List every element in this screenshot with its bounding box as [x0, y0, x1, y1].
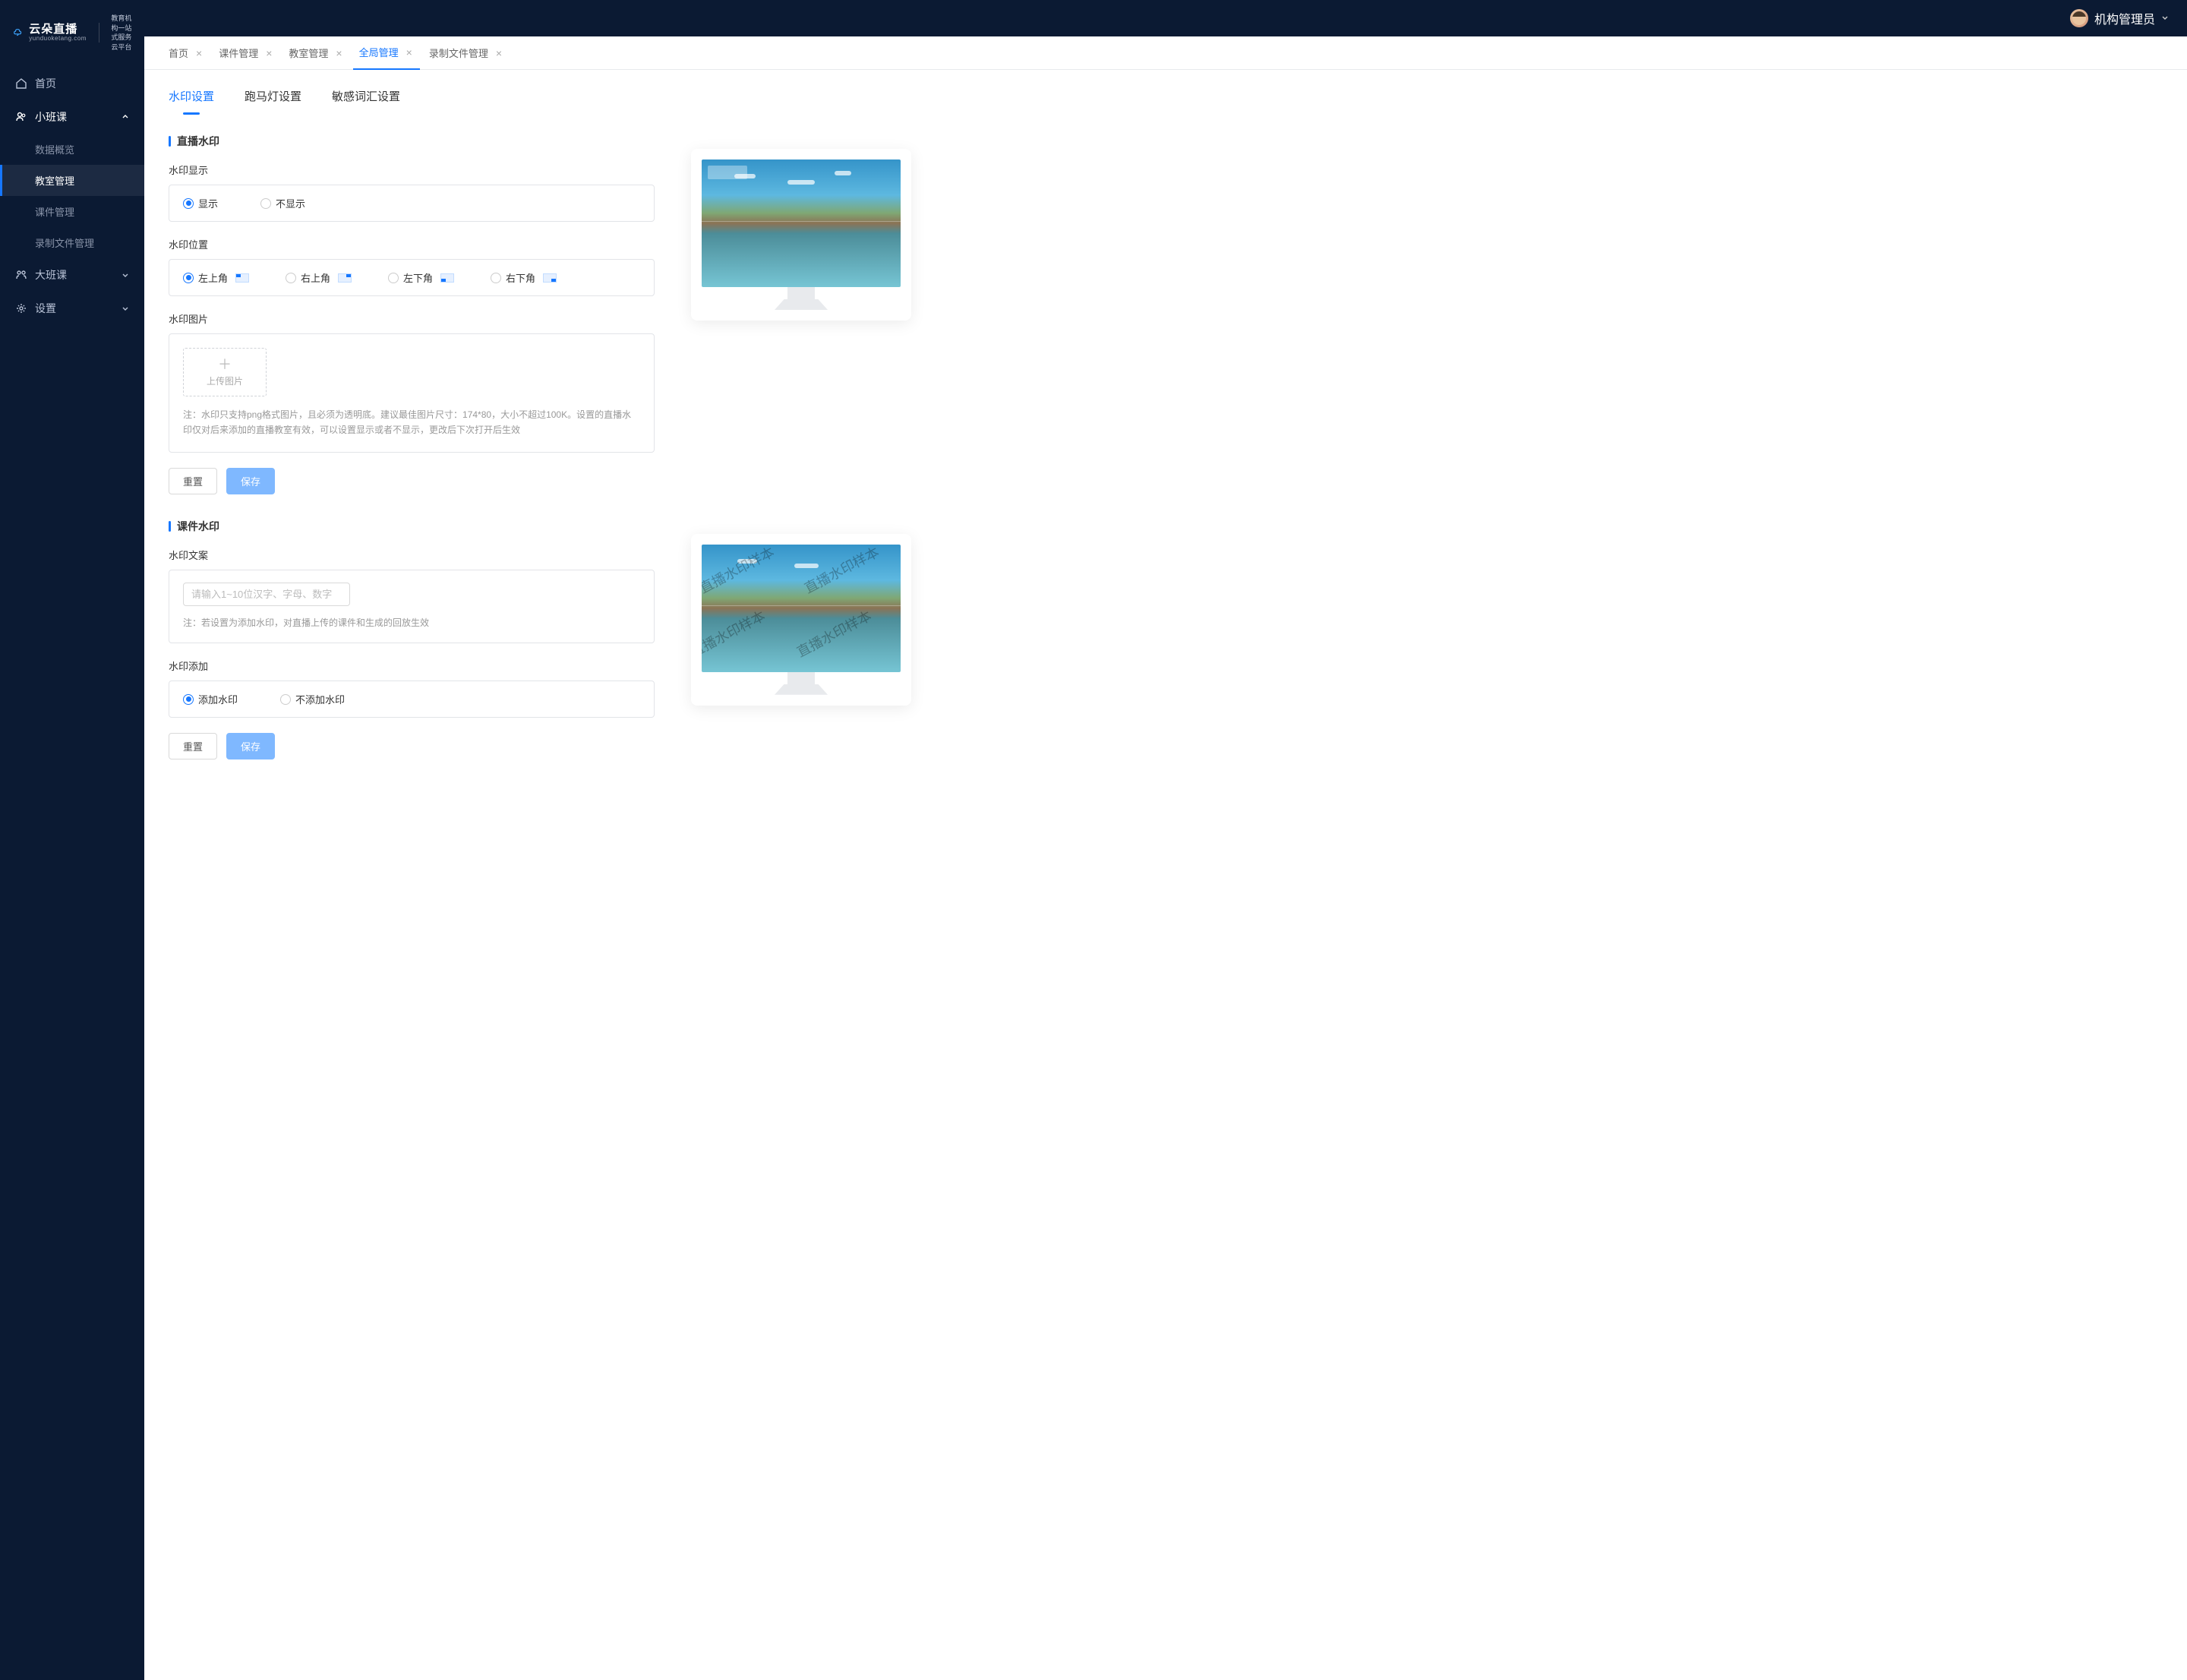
topbar: 机构管理员: [144, 0, 2187, 36]
sub-tab-marquee[interactable]: 跑马灯设置: [245, 88, 301, 115]
upload-label: 上传图片: [207, 374, 243, 387]
sidebar: 云朵直播 yunduoketang.com 教育机构一站 式服务云平台 首页 小…: [0, 0, 144, 1680]
watermark-text-input[interactable]: [183, 583, 350, 606]
sidebar-item-courseware-mgmt[interactable]: 课件管理: [35, 196, 144, 227]
cloud-icon: [12, 22, 23, 43]
preview-monitor-courseware: 直播水印样本 直播水印样本 直播水印样本 直播水印样本: [691, 534, 911, 706]
tab-recording[interactable]: 录制文件管理×: [423, 36, 510, 70]
reset-button[interactable]: 重置: [169, 733, 217, 759]
sidebar-item-smallclass[interactable]: 小班课: [0, 100, 144, 134]
tab-courseware[interactable]: 课件管理×: [213, 36, 279, 70]
tab-home[interactable]: 首页×: [163, 36, 210, 70]
sidebar-item-largeclass[interactable]: 大班课: [0, 258, 144, 292]
sidebar-item-settings[interactable]: 设置: [0, 292, 144, 325]
home-icon: [15, 77, 27, 90]
tab-classroom[interactable]: 教室管理×: [282, 36, 349, 70]
radio-pos-tl[interactable]: 左上角: [183, 270, 249, 285]
radio-group-add: 添加水印 不添加水印: [169, 681, 655, 718]
tabs-bar: 首页× 课件管理× 教室管理× 全局管理× 录制文件管理×: [144, 36, 2187, 70]
brand-logo: 云朵直播 yunduoketang.com 教育机构一站 式服务云平台: [0, 0, 144, 61]
close-icon[interactable]: ×: [334, 47, 343, 59]
text-note: 注：若设置为添加水印，对直播上传的课件和生成的回放生效: [183, 615, 640, 630]
radio-add-no[interactable]: 不添加水印: [280, 692, 345, 706]
watermark-preview-badge: [708, 166, 747, 179]
section-title-courseware: 课件水印: [169, 519, 655, 534]
gear-icon: [15, 302, 27, 314]
user-menu[interactable]: 机构管理员: [2070, 9, 2169, 27]
radio-pos-tr[interactable]: 右上角: [286, 270, 352, 285]
section-title-live: 直播水印: [169, 134, 655, 149]
sidebar-item-label: 小班课: [35, 109, 67, 125]
avatar: [2070, 9, 2088, 27]
sub-tabs: 水印设置 跑马灯设置 敏感词汇设置: [144, 70, 2187, 115]
radio-display-hide[interactable]: 不显示: [260, 196, 305, 210]
chevron-down-icon: [122, 302, 129, 314]
group-icon: [15, 269, 27, 281]
field-label-display: 水印显示: [169, 163, 655, 177]
sidebar-item-label: 大班课: [35, 267, 67, 283]
chevron-down-icon: [122, 269, 129, 281]
reset-button[interactable]: 重置: [169, 468, 217, 494]
radio-pos-bl[interactable]: 左下角: [388, 270, 454, 285]
sidebar-item-data-overview[interactable]: 数据概览: [35, 134, 144, 165]
sidebar-item-home[interactable]: 首页: [0, 67, 144, 100]
radio-pos-br[interactable]: 右下角: [491, 270, 557, 285]
upload-button[interactable]: ＋ 上传图片: [183, 348, 267, 396]
radio-display-show[interactable]: 显示: [183, 196, 218, 210]
save-button[interactable]: 保存: [226, 468, 275, 494]
field-label-add: 水印添加: [169, 658, 655, 673]
tab-global[interactable]: 全局管理×: [353, 36, 420, 70]
users-icon: [15, 111, 27, 123]
sub-tab-sensitive[interactable]: 敏感词汇设置: [332, 88, 400, 115]
sidebar-item-recording-mgmt[interactable]: 录制文件管理: [35, 227, 144, 258]
sidebar-item-label: 设置: [35, 301, 56, 316]
plus-icon: ＋: [218, 358, 232, 371]
radio-add-yes[interactable]: 添加水印: [183, 692, 238, 706]
brand-slogan: 教育机构一站 式服务云平台: [111, 14, 132, 52]
radio-group-display: 显示 不显示: [169, 185, 655, 222]
close-icon[interactable]: ×: [494, 47, 503, 59]
close-icon[interactable]: ×: [405, 46, 414, 58]
sidebar-item-classroom-mgmt[interactable]: 教室管理: [0, 165, 144, 196]
close-icon[interactable]: ×: [264, 47, 273, 59]
preview-monitor-live: [691, 149, 911, 321]
radio-group-position: 左上角 右上角 左下角 右下角: [169, 259, 655, 296]
brand-subtitle: yunduoketang.com: [29, 36, 87, 43]
field-label-position: 水印位置: [169, 237, 655, 251]
save-button[interactable]: 保存: [226, 733, 275, 759]
brand-title: 云朵直播: [29, 24, 87, 36]
user-name: 机构管理员: [2094, 9, 2155, 27]
sidebar-item-label: 首页: [35, 76, 56, 91]
image-note: 注：水印只支持png格式图片，且必须为透明底。建议最佳图片尺寸：174*80，大…: [183, 407, 640, 438]
sidebar-nav: 首页 小班课 数据概览 教室管理 课件管理 录制文件管理 大班课 设置: [0, 61, 144, 325]
chevron-up-icon: [122, 111, 129, 123]
chevron-down-icon: [2161, 11, 2169, 25]
close-icon[interactable]: ×: [194, 47, 204, 59]
field-label-text: 水印文案: [169, 548, 655, 562]
field-label-image: 水印图片: [169, 311, 655, 326]
sub-tab-watermark[interactable]: 水印设置: [169, 88, 214, 115]
